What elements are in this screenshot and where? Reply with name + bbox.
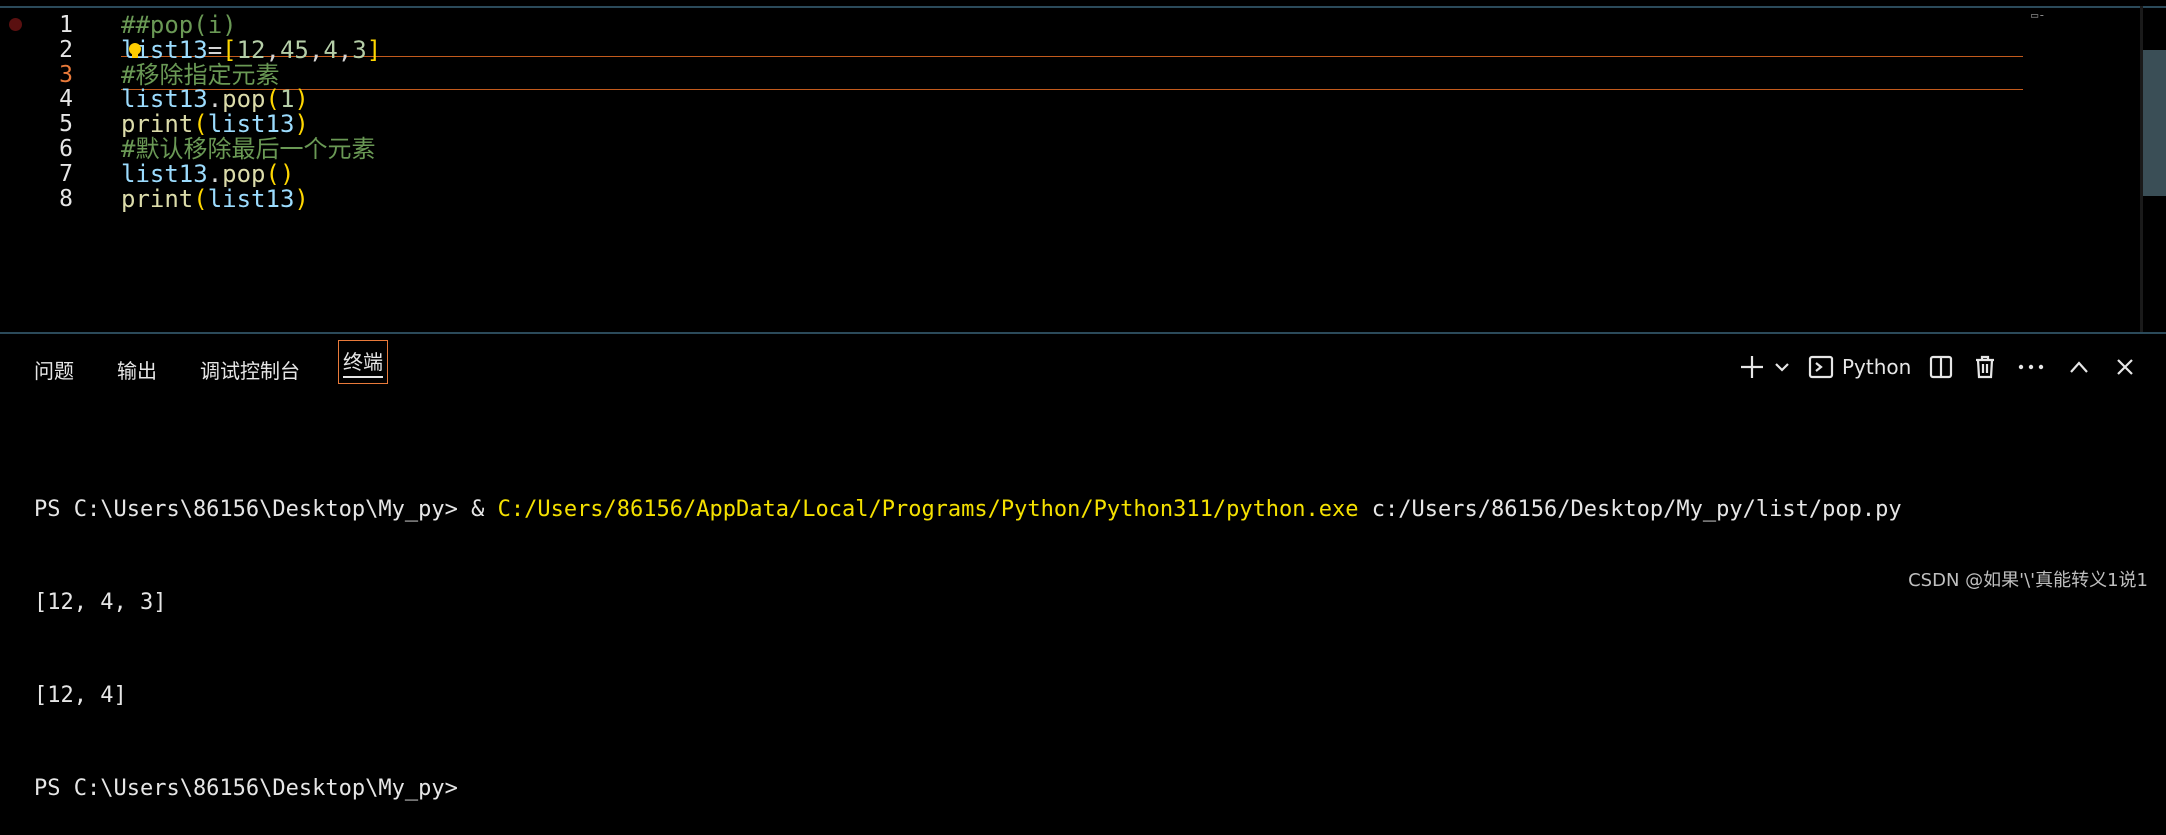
terminal-line: [12, 4, 3] (34, 590, 167, 615)
panel-header: 问题 输出 调试控制台 终端 Python (0, 334, 2166, 404)
code-token: print (121, 184, 194, 213)
terminal-profile-button[interactable]: Python (1808, 350, 1912, 384)
code-token: ) (294, 184, 309, 213)
plus-icon (1741, 356, 1763, 378)
close-panel-button[interactable] (2110, 350, 2140, 384)
tab-output[interactable]: 输出 (117, 356, 157, 386)
script-path: c:/Users/86156/Desktop/My_py/list/pop.py (1358, 497, 1902, 522)
trash-icon (1976, 355, 1994, 379)
more-actions-button[interactable] (2016, 350, 2046, 384)
line-number: 8 (59, 185, 73, 212)
tab-problems[interactable]: 问题 (34, 356, 74, 386)
kill-terminal-button[interactable] (1970, 350, 2000, 384)
terminal-profile-label: Python (1842, 355, 1912, 379)
chevron-down-icon (1775, 363, 1789, 372)
code-token: list13 (207, 184, 295, 213)
terminal-output[interactable]: PS C:\Users\86156\Desktop\My_py> & C:/Us… (34, 432, 1902, 835)
new-terminal-button[interactable] (1736, 350, 1768, 384)
split-terminal-button[interactable] (1926, 350, 1956, 384)
code-token: ( (193, 184, 208, 213)
terminal-prompt-line: PS C:\Users\86156\Desktop\My_py> (34, 776, 472, 801)
terminal-line: PS C:\Users\86156\Desktop\My_py> & C:/Us… (34, 494, 1902, 525)
code-editor[interactable]: ▭- 1 ##pop(i) 2 list13=[12,45,4,3] 3 #移除指定元素 4… (0, 0, 2166, 332)
split-icon (1929, 355, 1953, 379)
terminal-line: [12, 4] (34, 683, 127, 708)
python-exe-path: C:/Users/86156/AppData/Local/Programs/Py… (497, 497, 1359, 522)
terminal-dropdown-button[interactable] (1770, 350, 1794, 384)
code-line[interactable]: 8 print(list13) (0, 182, 2140, 216)
tab-terminal[interactable]: 终端 (338, 340, 388, 384)
watermark: CSDN @如果'\'真能转义1说1 (1908, 570, 2148, 591)
tab-debug-console[interactable]: 调试控制台 (200, 356, 300, 386)
more-icon (2018, 364, 2044, 370)
chevron-up-icon (2070, 361, 2088, 373)
lightbulb-icon[interactable] (127, 42, 143, 60)
maximize-panel-button[interactable] (2064, 350, 2094, 384)
close-icon (2117, 359, 2133, 375)
code-text: print(list13) (121, 182, 309, 216)
terminal-prompt: PS C:\Users\86156\Desktop\My_py> & (34, 497, 498, 522)
terminal-icon (1808, 355, 1834, 379)
editor-scrollbar[interactable] (2143, 50, 2166, 196)
